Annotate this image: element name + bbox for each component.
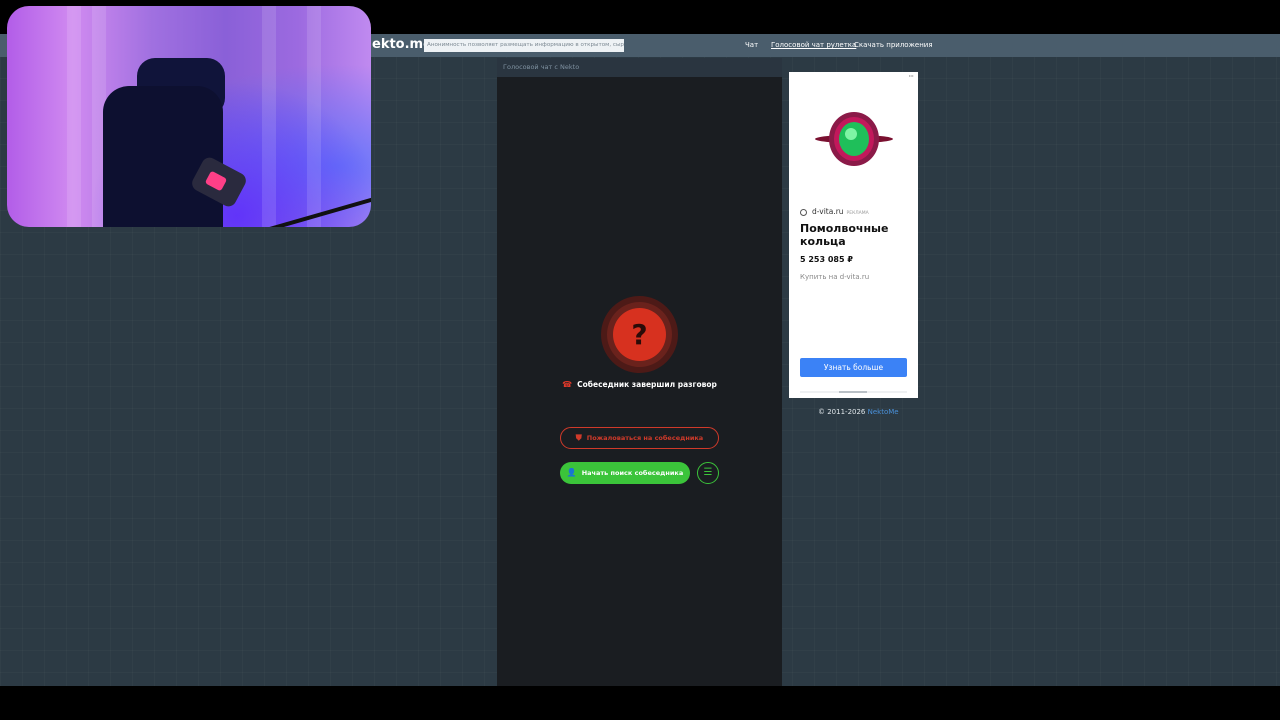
site-footer: © 2011-2026 NektoMe — [818, 408, 899, 416]
ad-learn-more-button[interactable]: Узнать больше — [800, 358, 907, 377]
ad-banner[interactable]: ··· d-vita.ru РЕКЛАМА Помолвочные кольца … — [789, 72, 918, 398]
globe-icon — [800, 208, 807, 216]
call-status-text: Собеседник завершил разговор — [577, 380, 717, 389]
ad-title[interactable]: Помолвочные кольца — [800, 222, 910, 248]
ad-label: РЕКЛАМА — [846, 211, 869, 216]
partner-avatar-ring: ? — [601, 296, 678, 373]
footer-link[interactable]: NektoMe — [868, 408, 899, 416]
site-logo[interactable]: ekto.me — [372, 36, 432, 54]
shield-icon: ⛊ — [575, 433, 582, 442]
start-search-button[interactable]: 👤 Начать поиск собеседника — [560, 462, 690, 484]
copyright: © 2011-2026 — [818, 408, 866, 416]
nav-download-apps[interactable]: Скачать приложения — [854, 34, 933, 57]
ad-carousel-indicator — [839, 391, 867, 393]
ring-image — [815, 112, 893, 166]
gaming-chair — [103, 86, 223, 227]
search-button-label: Начать поиск собеседника — [581, 469, 684, 477]
panel-title: Голосовой чат с Nekto — [497, 58, 782, 77]
report-button-label: Пожаловаться на собеседника — [586, 434, 704, 442]
ad-cta-text[interactable]: Купить на d-vita.ru — [800, 273, 869, 281]
settings-sliders-icon[interactable]: ☰ — [697, 462, 719, 484]
voice-chat-panel: Голосовой чат с Nekto ? ☎ Собеседник заве… — [497, 58, 782, 686]
webcam-overlay — [7, 6, 371, 227]
ad-menu-icon[interactable]: ··· — [908, 72, 914, 81]
report-partner-button[interactable]: ⛊ Пожаловаться на собеседника — [560, 427, 719, 449]
partner-avatar: ? — [613, 308, 666, 361]
anonymity-notice: Анонимность позволяет размещать информац… — [424, 39, 624, 52]
nav-voice-chat[interactable]: Голосовой чат рулетка — [771, 34, 856, 57]
ad-source: d-vita.ru РЕКЛАМА — [800, 207, 869, 216]
user-icon: 👤 — [566, 468, 577, 477]
ad-source-domain: d-vita.ru — [812, 207, 844, 216]
call-status: ☎ Собеседник завершил разговор — [497, 380, 782, 389]
phone-hangup-icon: ☎ — [562, 380, 573, 389]
ad-price: 5 253 085 ₽ — [800, 255, 853, 264]
nav-chat[interactable]: Чат — [745, 34, 758, 57]
